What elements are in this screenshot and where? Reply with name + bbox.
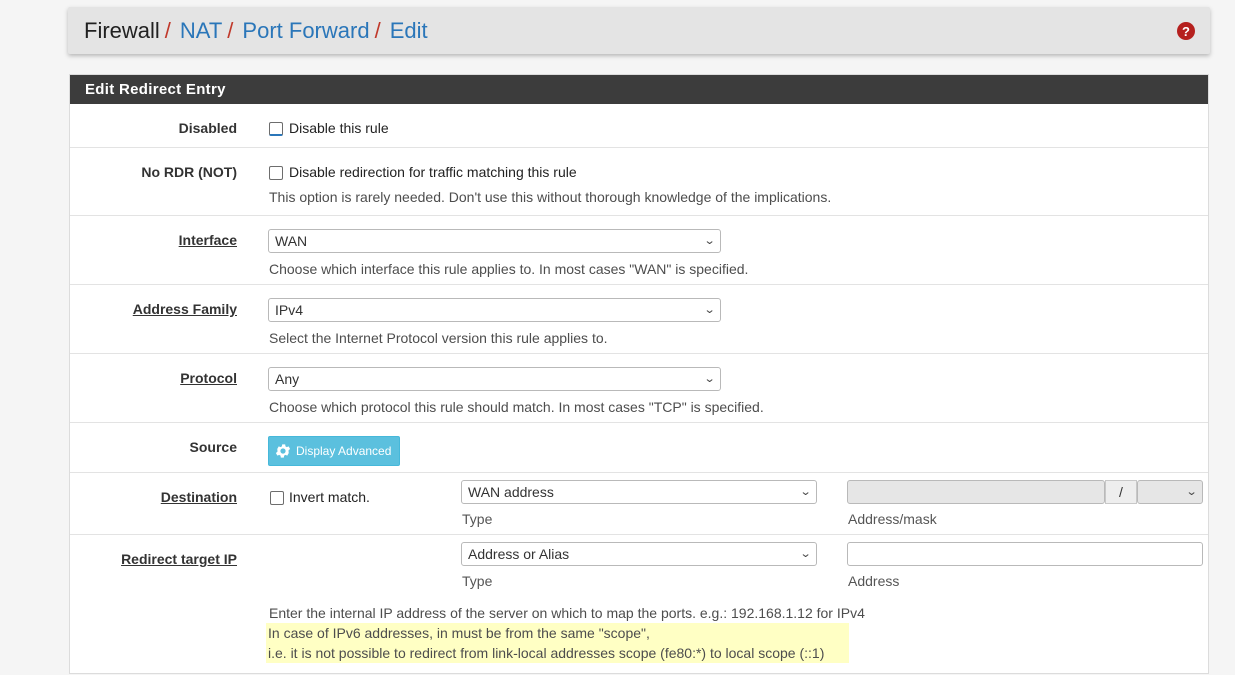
destination-type-value: WAN address <box>468 484 554 500</box>
destination-mask-select[interactable]: ⌄ <box>1137 480 1203 504</box>
address-family-select[interactable]: IPv4 ⌄ <box>268 298 721 322</box>
destination-type-select[interactable]: WAN address ⌄ <box>461 480 817 504</box>
redirect-type-label: Type <box>462 573 493 589</box>
row-address-family: Address Family IPv4 ⌄ Select the Interne… <box>70 285 1208 354</box>
address-family-label[interactable]: Address Family <box>133 301 237 317</box>
invert-match-label[interactable]: Invert match. <box>289 489 370 505</box>
invert-match-checkbox[interactable] <box>270 491 284 505</box>
disabled-label: Disabled <box>178 120 237 136</box>
protocol-select[interactable]: Any ⌄ <box>268 367 721 391</box>
edit-redirect-panel: Edit Redirect Entry Disabled Disable thi… <box>69 74 1209 674</box>
row-source: Source Display Advanced <box>70 423 1208 473</box>
chevron-down-icon: ⌄ <box>799 486 812 498</box>
chevron-down-icon: ⌄ <box>703 373 716 385</box>
no-rdr-checkbox-label[interactable]: Disable redirection for traffic matching… <box>289 164 577 180</box>
display-advanced-label: Display Advanced <box>296 444 392 458</box>
row-destination: Destination Invert match. WAN address ⌄ … <box>70 473 1208 535</box>
display-advanced-button[interactable]: Display Advanced <box>268 436 401 466</box>
row-no-rdr: No RDR (NOT) Disable redirection for tra… <box>70 148 1208 216</box>
chevron-down-icon: ⌄ <box>703 304 716 316</box>
protocol-help: Choose which protocol this rule should m… <box>269 399 764 415</box>
breadcrumb: Firewall / NAT / Port Forward / Edit ? <box>68 7 1210 54</box>
breadcrumb-separator: / <box>164 17 171 43</box>
destination-address-mask-label: Address/mask <box>848 511 937 527</box>
row-redirect-target: Redirect target IP Address or Alias ⌄ Ty… <box>70 535 1208 675</box>
no-rdr-checkbox[interactable] <box>269 166 283 180</box>
breadcrumb-port-forward-link[interactable]: Port Forward <box>242 18 369 44</box>
gear-icon <box>275 444 291 458</box>
redirect-help-line2: In case of IPv6 addresses, in must be fr… <box>266 623 849 643</box>
redirect-help-line3: i.e. it is not possible to redirect from… <box>266 643 849 663</box>
interface-select[interactable]: WAN ⌄ <box>268 229 721 253</box>
address-family-select-value: IPv4 <box>275 302 304 318</box>
interface-label[interactable]: Interface <box>179 232 237 248</box>
no-rdr-label: No RDR (NOT) <box>141 164 237 180</box>
redirect-type-value: Address or Alias <box>468 546 570 562</box>
destination-address-input[interactable] <box>847 480 1105 504</box>
breadcrumb-separator: / <box>227 17 234 43</box>
protocol-select-value: Any <box>275 371 300 387</box>
protocol-label[interactable]: Protocol <box>180 370 237 386</box>
chevron-down-icon: ⌄ <box>703 235 716 247</box>
redirect-address-label: Address <box>848 573 900 589</box>
chevron-down-icon: ⌄ <box>799 548 812 560</box>
help-icon[interactable]: ? <box>1177 22 1195 40</box>
disable-rule-checkbox-label[interactable]: Disable this rule <box>289 120 389 136</box>
breadcrumb-edit-link[interactable]: Edit <box>390 18 428 44</box>
destination-type-label: Type <box>462 511 493 527</box>
row-protocol: Protocol Any ⌄ Choose which protocol thi… <box>70 354 1208 423</box>
redirect-target-label[interactable]: Redirect target IP <box>121 551 237 567</box>
breadcrumb-firewall: Firewall <box>84 17 160 43</box>
redirect-type-select[interactable]: Address or Alias ⌄ <box>461 542 817 566</box>
panel-title: Edit Redirect Entry <box>70 75 1208 104</box>
interface-help: Choose which interface this rule applies… <box>269 261 749 277</box>
no-rdr-help: This option is rarely needed. Don't use … <box>269 189 832 205</box>
destination-label[interactable]: Destination <box>161 489 237 505</box>
interface-select-value: WAN <box>275 233 308 249</box>
breadcrumb-separator: / <box>374 17 381 43</box>
row-interface: Interface WAN ⌄ Choose which interface t… <box>70 216 1208 285</box>
chevron-down-icon: ⌄ <box>1185 486 1198 498</box>
source-label: Source <box>189 439 237 455</box>
disable-rule-checkbox[interactable] <box>269 122 283 136</box>
redirect-help-line1: Enter the internal IP address of the ser… <box>269 605 865 621</box>
mask-separator: / <box>1105 480 1137 504</box>
row-disabled: Disabled Disable this rule <box>70 104 1208 148</box>
address-family-help: Select the Internet Protocol version thi… <box>269 330 608 346</box>
breadcrumb-nat-link[interactable]: NAT <box>180 18 222 44</box>
redirect-address-input[interactable] <box>847 542 1203 566</box>
